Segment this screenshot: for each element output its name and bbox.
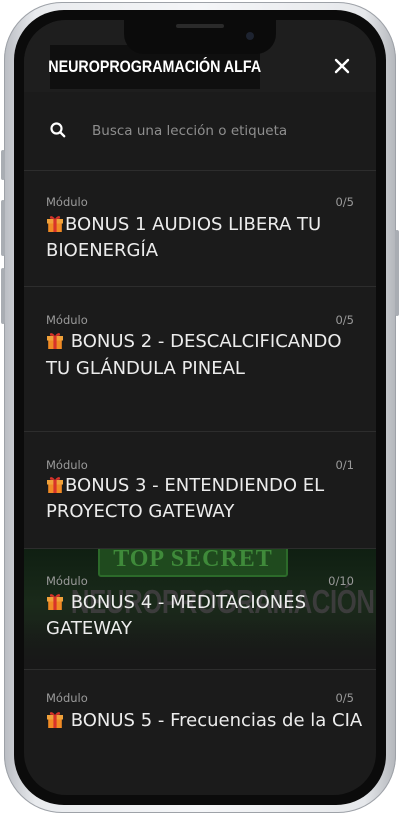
module-progress: 0/10 <box>328 574 354 588</box>
front-camera <box>246 32 254 40</box>
app-screen: NEUROPROGRAMACIÓN ALFA Módulo 0/5 BONUS … <box>24 20 376 795</box>
module-title: BONUS 5 - Frecuencias de la CIA <box>46 708 364 734</box>
module-progress: 0/5 <box>335 313 354 327</box>
module-item[interactable]: Módulo 0/1 BONUS 3 - ENTENDIENDO EL PROY… <box>24 432 376 549</box>
phone-side-button <box>1 268 5 324</box>
module-title: BONUS 3 - ENTENDIENDO EL PROYECTO GATEWA… <box>46 473 364 525</box>
gift-icon <box>46 473 64 499</box>
phone-side-button <box>1 200 5 256</box>
module-title-text: BONUS 4 - MEDITACIONES GATEWAY <box>46 592 307 639</box>
gift-icon <box>46 212 64 238</box>
banner-top-secret: TOP SECRET <box>98 549 288 577</box>
phone-notch <box>124 20 276 54</box>
module-label: Módulo <box>46 313 88 327</box>
module-label: Módulo <box>46 458 88 472</box>
module-title-text: BONUS 3 - ENTENDIENDO EL PROYECTO GATEWA… <box>46 475 325 522</box>
module-item[interactable]: Módulo 0/5 BONUS 5 - Frecuencias de la C… <box>24 670 376 795</box>
phone-side-button <box>395 230 399 316</box>
module-label: Módulo <box>46 574 88 588</box>
module-label: Módulo <box>46 195 88 209</box>
module-title: BONUS 1 AUDIOS LIBERA TU BIOENERGÍA <box>46 212 364 264</box>
search-bar <box>24 92 376 171</box>
module-progress: 0/1 <box>335 458 354 472</box>
module-title: BONUS 2 - DESCALCIFICANDO TU GLÁNDULA PI… <box>46 328 364 382</box>
module-progress: 0/5 <box>335 691 354 705</box>
gift-icon <box>46 328 64 355</box>
module-title-text: BONUS 5 - Frecuencias de la CIA <box>65 710 363 731</box>
module-item[interactable]: Módulo 0/5 BONUS 2 - DESCALCIFICANDO TU … <box>24 287 376 432</box>
speaker-grille <box>176 24 224 28</box>
gift-icon <box>46 590 64 616</box>
app-title: NEUROPROGRAMACIÓN ALFA <box>48 57 262 76</box>
close-icon[interactable] <box>330 54 354 78</box>
module-label: Módulo <box>46 691 88 705</box>
gift-icon <box>46 708 64 734</box>
phone-side-button <box>1 150 5 180</box>
search-input[interactable] <box>90 118 354 144</box>
module-item[interactable]: Módulo 0/5 BONUS 1 AUDIOS LIBERA TU BIOE… <box>24 188 376 287</box>
module-title: BONUS 4 - MEDITACIONES GATEWAY <box>46 590 364 642</box>
search-icon[interactable] <box>49 121 67 139</box>
module-title-text: BONUS 2 - DESCALCIFICANDO TU GLÁNDULA PI… <box>46 331 342 379</box>
module-item[interactable]: TOP SECRET NEUROPROGRAMACIÓN ALFA Módulo… <box>24 549 376 670</box>
module-progress: 0/5 <box>335 195 354 209</box>
module-title-text: BONUS 1 AUDIOS LIBERA TU BIOENERGÍA <box>46 214 322 261</box>
